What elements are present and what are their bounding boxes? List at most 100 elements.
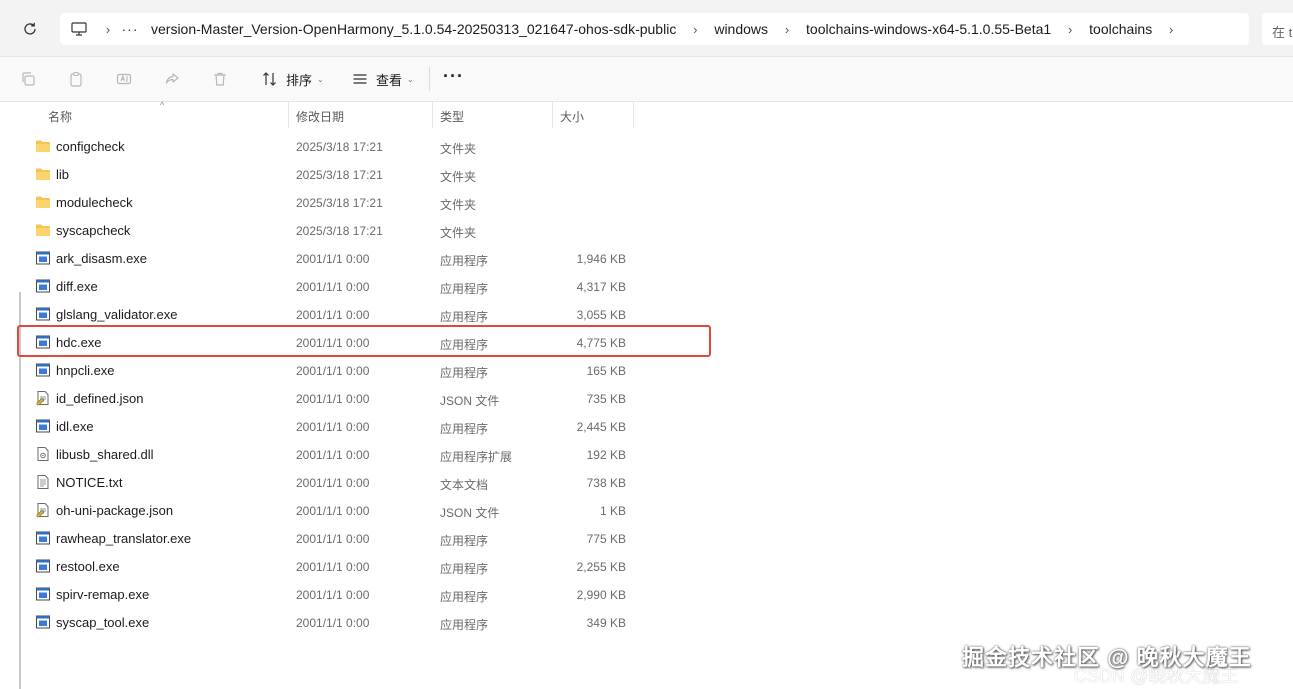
file-row[interactable]: idl.exe 2001/1/1 0:00 应用程序 2,445 KB (14, 412, 714, 440)
breadcrumb-item[interactable]: version-Master_Version-OpenHarmony_5.1.0… (142, 21, 685, 37)
file-name: spirv-remap.exe (56, 587, 150, 602)
file-row[interactable]: syscapcheck 2025/3/18 17:21 文件夹 (14, 216, 714, 244)
file-size: 349 KB (586, 616, 626, 630)
file-type: JSON 文件 (440, 506, 500, 520)
more-options-button[interactable]: ··· (443, 66, 464, 87)
folder-icon (35, 166, 51, 182)
file-name: restool.exe (56, 559, 120, 574)
file-size: 1,946 KB (576, 252, 626, 266)
breadcrumb-item[interactable]: toolchains-windows-x64-5.1.0.55-Beta1 (797, 21, 1060, 37)
chevron-down-icon: ⌄ (407, 74, 414, 84)
file-date: 2001/1/1 0:00 (296, 476, 370, 490)
file-type: 应用程序 (440, 366, 489, 380)
file-row[interactable]: ark_disasm.exe 2001/1/1 0:00 应用程序 1,946 KB (14, 244, 714, 272)
file-name: syscap_tool.exe (56, 615, 150, 630)
file-row[interactable]: oh-uni-package.json 2001/1/1 0:00 JSON 文件 1… (14, 496, 714, 524)
file-date: 2001/1/1 0:00 (296, 308, 370, 322)
breadcrumb-item[interactable]: toolchains (1080, 21, 1161, 37)
file-row[interactable]: id_defined.json 2001/1/1 0:00 JSON 文件 735 K… (14, 384, 714, 412)
column-name[interactable]: 名称 (14, 102, 289, 128)
file-date: 2001/1/1 0:00 (296, 252, 370, 266)
file-size: 735 KB (586, 392, 626, 406)
file-date: 2001/1/1 0:00 (296, 588, 370, 602)
sort-label: 排序 (286, 72, 313, 88)
file-row[interactable]: lib 2025/3/18 17:21 文件夹 (14, 160, 714, 188)
file-date: 2025/3/18 17:21 (296, 168, 383, 182)
file-size: 2,445 KB (576, 420, 626, 434)
file-row[interactable]: spirv-remap.exe 2001/1/1 0:00 应用程序 2,990 KB (14, 580, 714, 608)
file-type: 应用程序 (440, 282, 489, 296)
view-button[interactable]: 查看 ⌄ (352, 68, 414, 90)
file-type: 应用程序 (440, 534, 489, 548)
column-size[interactable]: 大小 (553, 102, 634, 128)
file-date: 2001/1/1 0:00 (296, 504, 370, 518)
search-input[interactable]: 在 t (1262, 13, 1293, 45)
chevron-right-icon[interactable]: › (777, 22, 797, 37)
delete-icon[interactable] (210, 69, 230, 89)
paste-icon[interactable] (66, 69, 86, 89)
refresh-button[interactable] (18, 17, 42, 41)
refresh-icon (24, 22, 36, 35)
file-name: oh-uni-package.json (56, 503, 174, 518)
address-strip: › ··· version-Master_Version-OpenHarmony… (0, 0, 1293, 57)
file-row[interactable]: modulecheck 2025/3/18 17:21 文件夹 (14, 188, 714, 216)
chevron-right-icon[interactable]: › (1161, 22, 1181, 37)
file-date: 2001/1/1 0:00 (296, 448, 370, 462)
file-name: modulecheck (56, 195, 133, 210)
column-date[interactable]: 修改日期 (289, 102, 433, 128)
exe-icon (35, 614, 51, 630)
highlight-box (17, 325, 711, 357)
file-type: 文件夹 (440, 198, 477, 212)
file-date: 2025/3/18 17:21 (296, 140, 383, 154)
file-name: configcheck (56, 139, 125, 154)
file-row[interactable]: diff.exe 2001/1/1 0:00 应用程序 4,317 KB (14, 272, 714, 300)
file-row[interactable]: restool.exe 2001/1/1 0:00 应用程序 2,255 KB (14, 552, 714, 580)
breadcrumb-overflow[interactable]: ··· (118, 21, 142, 37)
exe-icon (35, 306, 51, 322)
watermark: 掘金技术社区 @ 晚秋大魔王 (962, 645, 1252, 670)
file-row[interactable]: libusb_shared.dll 2001/1/1 0:00 应用程序扩展 192 … (14, 440, 714, 468)
exe-icon (35, 530, 51, 546)
file-size: 738 KB (586, 476, 626, 490)
exe-icon (35, 418, 51, 434)
address-bar[interactable]: › ··· version-Master_Version-OpenHarmony… (60, 13, 1249, 45)
file-row[interactable]: rawheap_translator.exe 2001/1/1 0:00 应用程序 7… (14, 524, 714, 552)
file-size: 192 KB (586, 448, 626, 462)
copy-icon[interactable] (18, 69, 38, 89)
sort-icon (263, 72, 276, 86)
file-size: 2,990 KB (576, 588, 626, 602)
file-type: 文件夹 (440, 142, 477, 156)
file-row[interactable]: glslang_validator.exe 2001/1/1 0:00 应用程序 3,… (14, 300, 714, 328)
view-list-icon (353, 74, 367, 84)
file-row[interactable]: syscap_tool.exe 2001/1/1 0:00 应用程序 349 KB (14, 608, 714, 636)
file-size: 4,317 KB (576, 280, 626, 294)
sort-button[interactable]: 排序 ⌄ (262, 68, 324, 90)
exe-icon (35, 558, 51, 574)
file-row[interactable]: NOTICE.txt 2001/1/1 0:00 文本文档 738 KB (14, 468, 714, 496)
view-label: 查看 (376, 72, 403, 88)
file-date: 2001/1/1 0:00 (296, 532, 370, 546)
breadcrumb-item[interactable]: windows (705, 21, 777, 37)
file-date: 2001/1/1 0:00 (296, 616, 370, 630)
file-name: id_defined.json (56, 391, 144, 406)
file-row[interactable]: configcheck 2025/3/18 17:21 文件夹 (14, 132, 714, 160)
file-row[interactable]: hnpcli.exe 2001/1/1 0:00 应用程序 165 KB (14, 356, 714, 384)
file-name: rawheap_translator.exe (56, 531, 192, 546)
folder-icon (35, 138, 51, 154)
file-size: 3,055 KB (576, 308, 626, 322)
share-icon[interactable] (162, 69, 182, 89)
file-date: 2001/1/1 0:00 (296, 364, 370, 378)
exe-icon (35, 250, 51, 266)
file-size: 775 KB (586, 532, 626, 546)
file-type: 文本文档 (440, 478, 489, 492)
column-type[interactable]: 类型 (433, 102, 553, 128)
file-date: 2001/1/1 0:00 (296, 392, 370, 406)
computer-icon[interactable] (60, 22, 98, 36)
chevron-right-icon[interactable]: › (98, 22, 118, 37)
file-type: 应用程序 (440, 254, 489, 268)
dll-icon (35, 446, 51, 462)
column-header: ^ 名称 修改日期 类型 大小 (14, 100, 654, 128)
chevron-right-icon[interactable]: › (685, 22, 705, 37)
chevron-right-icon[interactable]: › (1060, 22, 1080, 37)
rename-icon[interactable] (114, 69, 134, 89)
